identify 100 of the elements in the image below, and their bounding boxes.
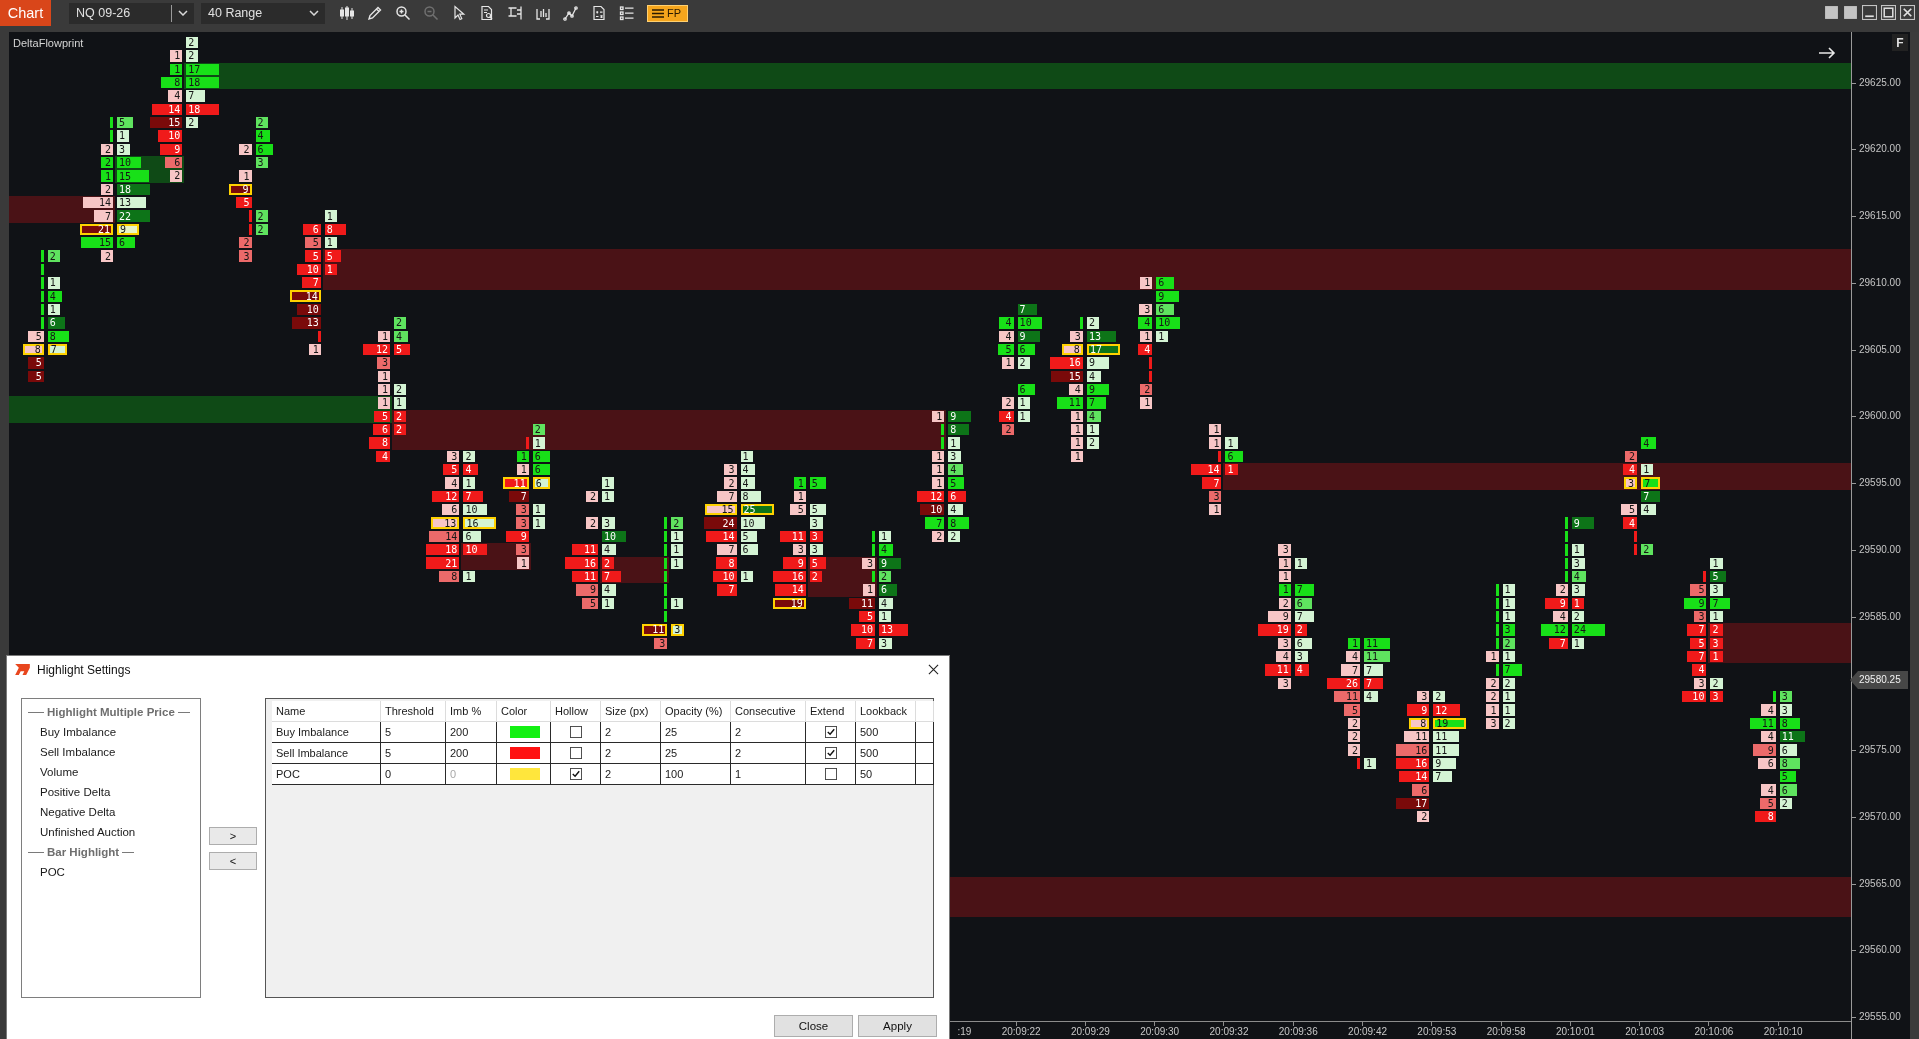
ask-volume: 6 — [532, 477, 551, 489]
arrow-right-icon[interactable] — [1818, 47, 1836, 59]
bid-volume: 16 — [1396, 757, 1430, 770]
bid-volume: 2 — [1347, 744, 1360, 756]
color-swatch-icon[interactable] — [510, 747, 540, 759]
frame-icon[interactable] — [507, 5, 523, 21]
window-tile-icon[interactable] — [1843, 5, 1858, 20]
window-tile-icon[interactable] — [1824, 5, 1839, 20]
bid-volume: 2 — [585, 490, 598, 503]
move-button[interactable]: > — [209, 827, 257, 845]
bid-volume: 2 — [1486, 691, 1499, 703]
list-item[interactable]: Unfinished Auction — [22, 822, 200, 842]
ask-volume: 4 — [255, 130, 270, 142]
ask-volume: 6 — [1017, 383, 1036, 396]
axis-button[interactable]: F — [1892, 34, 1908, 51]
ask-volume: 7 — [1641, 490, 1661, 503]
bid-volume: 1 — [1070, 423, 1083, 436]
ask-volume: 8 — [324, 223, 346, 236]
table-cell: 0 — [381, 764, 446, 785]
bid-volume: 10 — [296, 303, 321, 316]
list-item[interactable]: Negative Delta — [22, 802, 200, 822]
bid-volume: 5 — [1690, 637, 1707, 649]
pointer-icon[interactable] — [451, 5, 467, 21]
bid-volume: 10 — [920, 504, 945, 516]
bid-volume: 14 — [151, 103, 183, 115]
maximize-button[interactable] — [1881, 5, 1896, 20]
list-item[interactable]: Positive Delta — [22, 782, 200, 802]
hollow-checkbox[interactable] — [569, 747, 582, 759]
filler-header — [916, 701, 934, 722]
list-item[interactable]: Volume — [22, 762, 200, 782]
list-icon[interactable] — [619, 5, 635, 21]
bid-volume: 4 — [1553, 610, 1568, 623]
chart-button[interactable]: Chart — [0, 0, 51, 26]
bid-volume: 1 — [793, 490, 806, 503]
table-cell: 2 — [601, 743, 661, 764]
close-button[interactable]: Close — [774, 1015, 853, 1037]
hollow-checkbox[interactable] — [569, 768, 582, 780]
list-item[interactable]: Sell Imbalance — [22, 742, 200, 762]
column-header: Extend — [806, 701, 856, 722]
color-swatch-icon[interactable] — [510, 768, 540, 780]
hollow-checkbox[interactable] — [569, 726, 582, 738]
move-button[interactable]: < — [209, 852, 257, 870]
close-icon[interactable] — [928, 664, 939, 675]
bid-volume: 5 — [997, 343, 1014, 356]
bid-volume: 7 — [301, 277, 321, 289]
bid-volume: 4 — [1276, 650, 1291, 663]
bid-volume: 14 — [775, 584, 806, 596]
interval-dropdown[interactable]: 40 Range — [201, 2, 325, 24]
list-item[interactable]: Buy Imbalance — [22, 722, 200, 742]
filler-cell — [916, 764, 934, 785]
bid-volume: 11 — [572, 570, 598, 583]
candlestick-icon[interactable] — [339, 5, 355, 21]
ask-volume: 1 — [1017, 410, 1030, 422]
bid-volume: 2 — [1625, 450, 1638, 463]
line-chart-icon[interactable] — [563, 5, 579, 21]
document-search-icon[interactable] — [479, 5, 495, 21]
bid-volume: 9 — [1684, 597, 1707, 609]
bid-volume: 3 — [1277, 677, 1291, 689]
minimize-button[interactable] — [1862, 5, 1877, 20]
bid-volume: 3 — [377, 357, 391, 369]
price-label: 29600.00 — [1859, 409, 1901, 424]
ask-volume: 7 — [1294, 610, 1314, 623]
apply-button[interactable]: Apply — [858, 1015, 937, 1037]
table-cell: POC — [272, 764, 381, 785]
ask-volume: 9 — [948, 410, 971, 422]
bid-volume: 13 — [430, 517, 460, 529]
calculator-icon[interactable] — [591, 5, 607, 21]
bid-volume: 7 — [1687, 624, 1707, 636]
extend-checkbox[interactable] — [824, 768, 837, 780]
ask-volume: 1 — [532, 437, 545, 449]
price-label: 29615.00 — [1859, 209, 1901, 224]
ask-volume: 2 — [1294, 624, 1307, 636]
extend-checkbox[interactable] — [824, 747, 837, 759]
bid-volume: 2 — [1001, 423, 1014, 436]
instrument-dropdown[interactable]: NQ 09-26 — [69, 2, 194, 24]
bid-volume: 1 — [1278, 557, 1291, 569]
bid-volume: 9 — [1753, 744, 1776, 756]
ask-volume: 10 — [116, 157, 141, 169]
study-button[interactable]: FP — [647, 4, 688, 22]
ask-volume: 11 — [1364, 637, 1390, 649]
bid-volume: 16 — [564, 557, 598, 569]
bid-volume: 21 — [79, 223, 113, 236]
ask-volume: 10 — [601, 530, 626, 543]
ask-volume: 1 — [463, 477, 476, 489]
table-cell: 5 — [381, 743, 446, 764]
bid-volume: 1 — [378, 397, 391, 409]
table-cell: 25 — [661, 743, 731, 764]
close-button[interactable] — [1900, 5, 1915, 20]
ask-volume: 2 — [1571, 610, 1584, 623]
bid-volume: 2 — [1140, 383, 1153, 396]
list-item[interactable]: POC — [22, 862, 200, 882]
bid-volume: 1 — [1070, 437, 1083, 449]
bid-volume: 15 — [1050, 370, 1083, 382]
color-swatch-icon[interactable] — [510, 726, 540, 738]
price-label: 29595.00 — [1859, 476, 1901, 491]
bid-volume: 2 — [1347, 717, 1360, 730]
extend-checkbox[interactable] — [824, 726, 837, 738]
ask-volume: 5 — [809, 477, 826, 489]
zoom-in-icon[interactable] — [395, 5, 411, 21]
pencil-icon[interactable] — [367, 5, 383, 21]
